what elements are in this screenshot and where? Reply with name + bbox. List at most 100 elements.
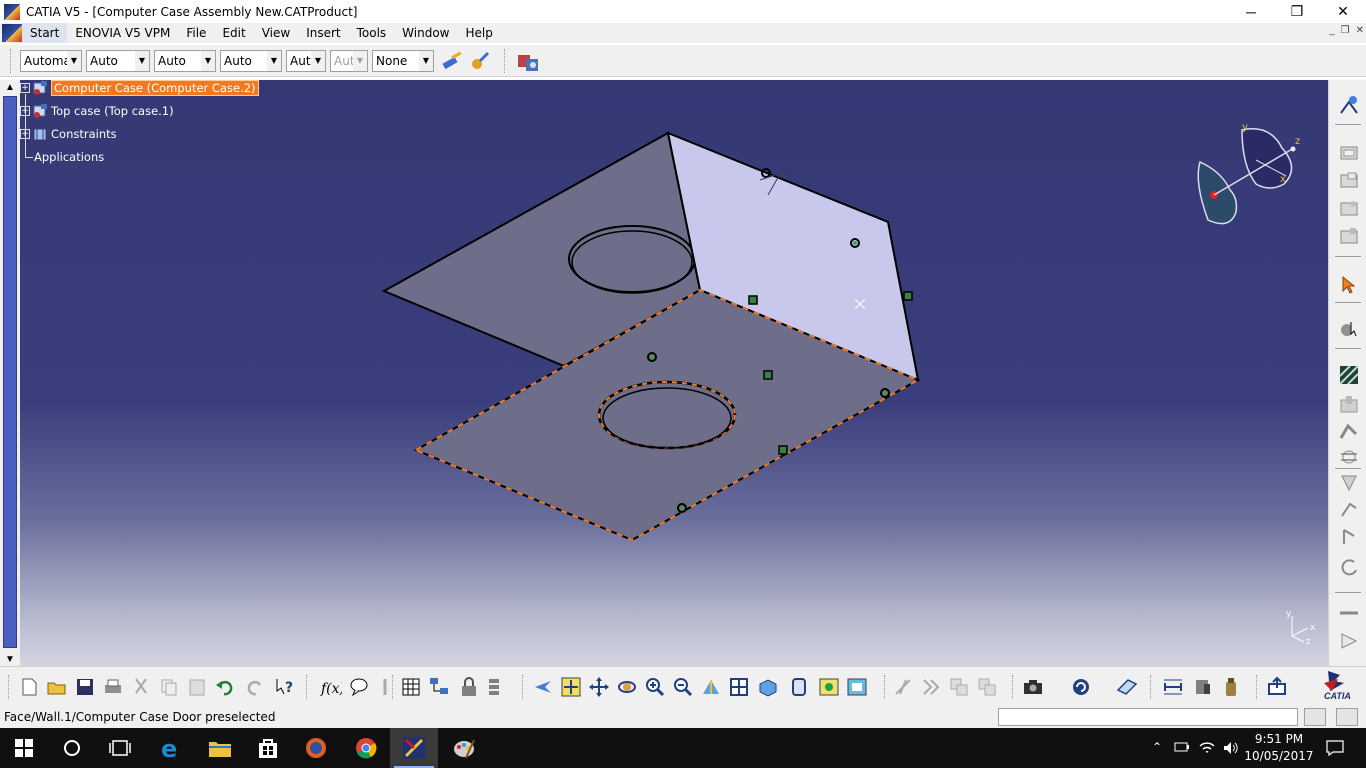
view-mode-icon[interactable] <box>788 676 810 698</box>
clash-icon[interactable] <box>948 676 970 698</box>
open-icon[interactable] <box>46 676 68 698</box>
scroll-down-icon[interactable]: ▼ <box>0 652 20 666</box>
apply-material-icon[interactable] <box>516 49 540 73</box>
compass-widget[interactable]: y z x <box>1190 120 1310 230</box>
tree-item-computer-case[interactable]: + Computer Case (Computer Case.2) <box>20 78 259 98</box>
menu-enovia[interactable]: ENOVIA V5 VPM <box>67 23 178 43</box>
scroll-up-icon[interactable]: ▲ <box>0 80 20 94</box>
bill-of-materials-icon[interactable] <box>1192 676 1214 698</box>
manipulation-mode-icon[interactable] <box>892 676 914 698</box>
fix-icon[interactable] <box>1338 394 1360 416</box>
section-icon[interactable] <box>976 676 998 698</box>
print-icon[interactable] <box>102 676 124 698</box>
hide-show-icon[interactable] <box>818 676 840 698</box>
select-icon[interactable] <box>1338 274 1360 296</box>
menu-insert[interactable]: Insert <box>298 23 348 43</box>
update-icon[interactable] <box>1338 556 1360 578</box>
weight-icon[interactable] <box>1220 676 1242 698</box>
chrome-icon[interactable] <box>342 728 390 768</box>
toolbar-grip[interactable] <box>10 48 14 73</box>
expand-icon[interactable]: + <box>20 83 30 93</box>
new-icon[interactable] <box>18 676 40 698</box>
tree-expand-icon[interactable] <box>428 676 450 698</box>
comment-icon[interactable] <box>348 676 370 698</box>
save-icon[interactable] <box>74 676 96 698</box>
new-component-icon[interactable] <box>1338 170 1360 192</box>
tree-item-top-case[interactable]: + Top case (Top case.1) <box>20 101 174 121</box>
menu-tools[interactable]: Tools <box>349 23 395 43</box>
task-view-icon[interactable] <box>96 728 144 768</box>
menu-help[interactable]: Help <box>458 23 501 43</box>
menu-edit[interactable]: Edit <box>214 23 253 43</box>
fit-all-icon[interactable] <box>560 676 582 698</box>
zoom-in-icon[interactable] <box>644 676 666 698</box>
start-icon[interactable] <box>0 728 48 768</box>
menu-start[interactable]: Start <box>22 23 68 43</box>
copy-icon[interactable] <box>158 676 180 698</box>
formula-icon[interactable]: f(x) <box>320 676 342 698</box>
reuse-pattern-icon[interactable] <box>1338 526 1360 548</box>
tree-scrollbar[interactable]: ▲ ▼ <box>0 80 20 666</box>
volume-icon[interactable] <box>1222 740 1240 756</box>
iso-view-icon[interactable] <box>756 676 778 698</box>
tree-item-applications[interactable]: Applications <box>34 147 104 167</box>
measure-icon[interactable] <box>1338 602 1360 624</box>
command-input[interactable] <box>998 708 1298 726</box>
layer-combo[interactable]: None ▼ <box>372 49 434 72</box>
mdi-minimize-button[interactable]: _ <box>1329 25 1335 36</box>
restore-button[interactable]: ❐ <box>1274 0 1320 23</box>
taskbar-clock[interactable]: 9:51 PM 10/05/2017 <box>1244 731 1314 765</box>
snap-icon[interactable] <box>1338 318 1360 340</box>
constraint-icon[interactable] <box>1338 364 1360 386</box>
undo-icon[interactable] <box>214 676 236 698</box>
mdi-close-button[interactable]: ✕ <box>1356 25 1364 36</box>
fly-mode-icon[interactable] <box>532 676 554 698</box>
paste-icon[interactable] <box>186 676 208 698</box>
catalog-icon[interactable] <box>400 676 422 698</box>
menu-view[interactable]: View <box>254 23 298 43</box>
offset-icon[interactable] <box>1338 446 1360 468</box>
wifi-icon[interactable] <box>1198 740 1216 756</box>
status-button-1[interactable] <box>1304 708 1326 726</box>
store-icon[interactable] <box>244 728 292 768</box>
lock-icon[interactable] <box>458 676 480 698</box>
reorder-icon[interactable] <box>486 676 508 698</box>
angle-icon[interactable] <box>1338 472 1360 494</box>
painter-icon[interactable] <box>440 49 464 73</box>
rotate-icon[interactable] <box>616 676 638 698</box>
publish-icon[interactable] <box>1266 676 1288 698</box>
plane-icon[interactable] <box>1116 676 1138 698</box>
expand-icon[interactable]: + <box>20 129 30 139</box>
notification-icon[interactable] <box>1326 740 1344 756</box>
new-part-icon[interactable] <box>1338 226 1360 248</box>
transparency-combo[interactable]: Auto ▼ <box>86 49 150 72</box>
catia-icon[interactable] <box>390 728 438 768</box>
redo-icon[interactable] <box>244 676 266 698</box>
contact-icon[interactable] <box>1338 420 1360 442</box>
render-style-combo[interactable]: Aut ▼ <box>330 49 368 72</box>
firefox-icon[interactable] <box>292 728 340 768</box>
mdi-restore-button[interactable]: ❐ <box>1341 25 1350 36</box>
distance-icon[interactable] <box>1162 676 1184 698</box>
normal-view-icon[interactable] <box>700 676 722 698</box>
line-thickness-combo[interactable]: Auto ▼ <box>154 49 216 72</box>
catia-menu-logo-icon[interactable] <box>2 24 22 42</box>
battery-icon[interactable] <box>1174 740 1190 754</box>
chevron-up-icon[interactable]: ⌃ <box>1152 740 1162 754</box>
pan-icon[interactable] <box>588 676 610 698</box>
whats-this-icon[interactable]: ? <box>274 676 296 698</box>
line-type-combo[interactable]: Auto ▼ <box>220 49 282 72</box>
minimize-button[interactable]: ─ <box>1228 0 1274 23</box>
new-product-icon[interactable] <box>1338 198 1360 220</box>
zoom-out-icon[interactable] <box>672 676 694 698</box>
menu-window[interactable]: Window <box>394 23 457 43</box>
camera-icon[interactable] <box>1022 676 1044 698</box>
manipulation-icon[interactable] <box>1338 498 1360 520</box>
multi-view-icon[interactable] <box>728 676 750 698</box>
file-explorer-icon[interactable] <box>196 728 244 768</box>
status-button-2[interactable] <box>1336 708 1358 726</box>
assembly-workbench-icon[interactable] <box>1338 94 1360 116</box>
explode-icon[interactable] <box>920 676 942 698</box>
scrollbar-thumb[interactable] <box>3 96 17 648</box>
menu-file[interactable]: File <box>178 23 214 43</box>
